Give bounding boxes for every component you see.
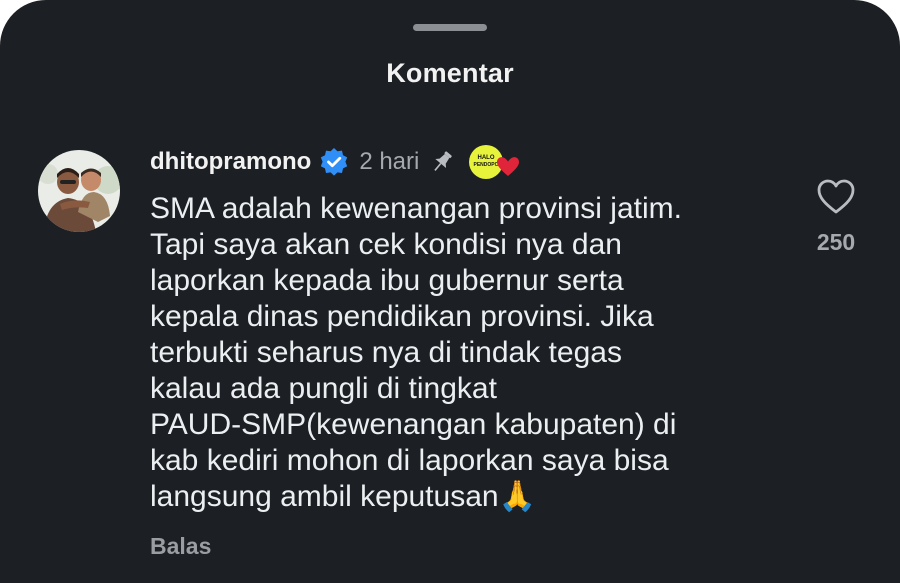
- verified-badge-icon: [319, 147, 349, 177]
- reply-button[interactable]: Balas: [150, 533, 211, 560]
- avatar[interactable]: [38, 150, 120, 232]
- comment-line: kab kediri mohon di laporkan saya bisa: [150, 444, 669, 477]
- comment-line: kepala dinas pendidikan provinsi. Jika: [150, 300, 654, 333]
- comment-line: kalau ada pungli di tingkat: [150, 372, 497, 405]
- sheet-title: Komentar: [386, 58, 514, 88]
- reaction-badge-text-bottom: PENDOPO: [474, 162, 499, 168]
- heart-badge-icon: [497, 157, 520, 176]
- pin-icon: [429, 149, 455, 175]
- timestamp: 2 hari: [359, 148, 420, 175]
- comment-line: Tapi saya akan cek kondisi nya dan: [150, 228, 622, 261]
- like-heart-icon[interactable]: [815, 177, 857, 217]
- username[interactable]: dhitopramono: [150, 148, 311, 176]
- comment-line: terbukti seharus nya di tindak tegas: [150, 336, 622, 369]
- comment-header: dhitopramono 2 hari HALO PENDOPO: [150, 145, 521, 179]
- like-count: 250: [816, 229, 856, 255]
- comments-sheet: Komentar dhitopramono 2 hari HALO PENDOP…: [0, 0, 900, 583]
- comment-line: langsung ambil keputusan🙏: [150, 480, 536, 513]
- avatar-photo-icon: [38, 150, 120, 232]
- comment-line: SMA adalah kewenangan provinsi jatim.: [150, 192, 682, 225]
- drag-handle[interactable]: [413, 24, 487, 31]
- comment-text: SMA adalah kewenangan provinsi jatim. Ta…: [150, 191, 790, 515]
- comment-line: PAUD-SMP(kewenangan kabupaten) di: [150, 408, 677, 441]
- comment-line: laporkan kepada ibu gubernur serta: [150, 264, 624, 297]
- creator-reaction-badge: HALO PENDOPO: [467, 143, 521, 181]
- reaction-badge-text-top: HALO: [478, 155, 495, 161]
